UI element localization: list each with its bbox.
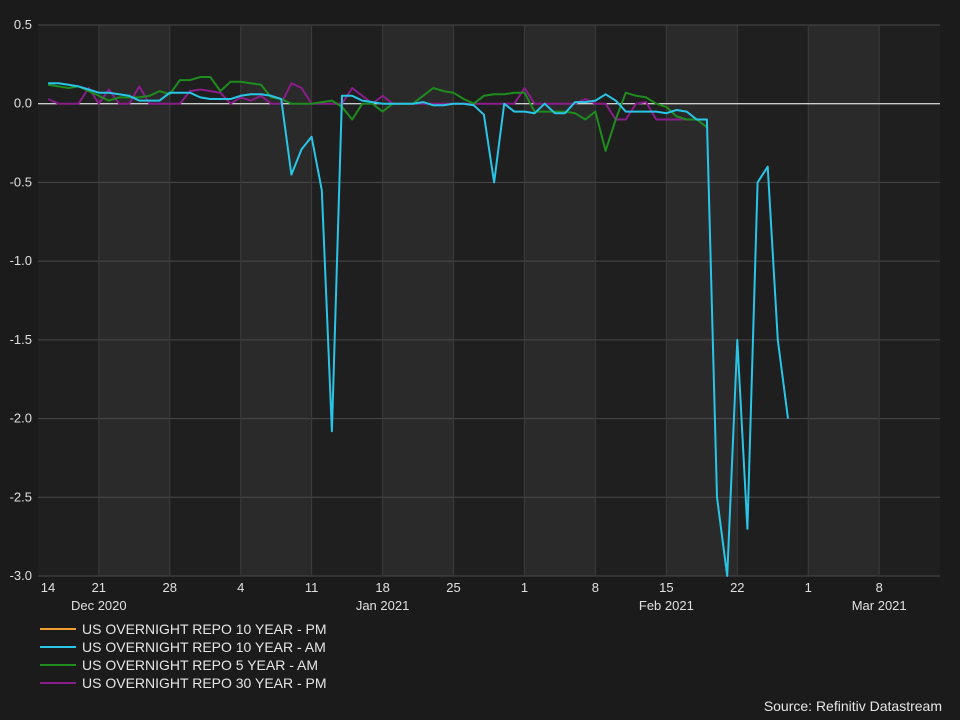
legend-label: US OVERNIGHT REPO 10 YEAR - PM xyxy=(82,621,327,637)
week-band xyxy=(808,25,880,576)
legend-item[interactable]: US OVERNIGHT REPO 10 YEAR - PM xyxy=(40,620,327,638)
y-axis: 0.5 0.0 -0.5 -1.0 -1.5 -2.0 -2.5 -3.0 xyxy=(10,17,32,583)
y-tick-label: -2.0 xyxy=(10,411,32,426)
x-month-label: Dec 2020 xyxy=(71,598,127,613)
source-note: Source: Refinitiv Datastream xyxy=(763,698,942,714)
x-tick-label: 8 xyxy=(876,580,883,595)
y-tick-label: 0.5 xyxy=(14,17,32,32)
x-tick-label: 14 xyxy=(41,580,55,595)
x-tick-label: 25 xyxy=(446,580,460,595)
legend-label: US OVERNIGHT REPO 30 YEAR - PM xyxy=(82,675,327,691)
y-tick-label: -2.5 xyxy=(10,489,32,504)
legend-item[interactable]: US OVERNIGHT REPO 5 YEAR - AM xyxy=(40,656,327,674)
plot-background xyxy=(38,25,940,576)
x-tick-label: 22 xyxy=(730,580,744,595)
legend-label: US OVERNIGHT REPO 10 YEAR - AM xyxy=(82,639,326,655)
legend-label: US OVERNIGHT REPO 5 YEAR - AM xyxy=(82,657,318,673)
y-tick-label: -0.5 xyxy=(10,174,32,189)
x-axis: 14 21 28 4 11 18 25 1 8 15 22 1 8Dec 2020 Jan 2021 Feb… xyxy=(41,580,907,613)
x-tick-label: 15 xyxy=(659,580,673,595)
legend-swatch-10y-pm xyxy=(40,628,76,630)
week-band xyxy=(98,25,170,576)
y-tick-label: -3.0 xyxy=(10,568,32,583)
x-tick-label: 28 xyxy=(163,580,177,595)
x-tick-label: 1 xyxy=(521,580,528,595)
week-band xyxy=(382,25,454,576)
week-band xyxy=(240,25,312,576)
legend-swatch-5y-am xyxy=(40,664,76,666)
x-month-label: Feb 2021 xyxy=(639,598,694,613)
x-tick-label: 1 xyxy=(805,580,812,595)
y-tick-label: 0.0 xyxy=(14,96,32,111)
legend-item[interactable]: US OVERNIGHT REPO 10 YEAR - AM xyxy=(40,638,327,656)
legend-item[interactable]: US OVERNIGHT REPO 30 YEAR - PM xyxy=(40,674,327,692)
x-tick-label: 21 xyxy=(92,580,106,595)
week-band xyxy=(524,25,596,576)
x-tick-label: 8 xyxy=(592,580,599,595)
x-tick-label: 11 xyxy=(305,580,319,595)
y-tick-label: -1.0 xyxy=(10,253,32,268)
x-month-label: Mar 2021 xyxy=(852,598,907,613)
y-tick-label: -1.5 xyxy=(10,332,32,347)
legend-swatch-30y-pm xyxy=(40,682,76,684)
x-month-label: Jan 2021 xyxy=(356,598,410,613)
legend-swatch-10y-am xyxy=(40,646,76,648)
chart-canvas: 0.50.0-0.5-1.0-1.5-2.0-2.5-3.0 14 21 28 4 11… xyxy=(10,17,940,613)
week-band xyxy=(666,25,738,576)
x-tick-label: 4 xyxy=(237,580,244,595)
week-bands xyxy=(38,25,940,576)
legend: US OVERNIGHT REPO 10 YEAR - PM US OVERNI… xyxy=(40,620,327,692)
x-tick-label: 18 xyxy=(375,580,389,595)
